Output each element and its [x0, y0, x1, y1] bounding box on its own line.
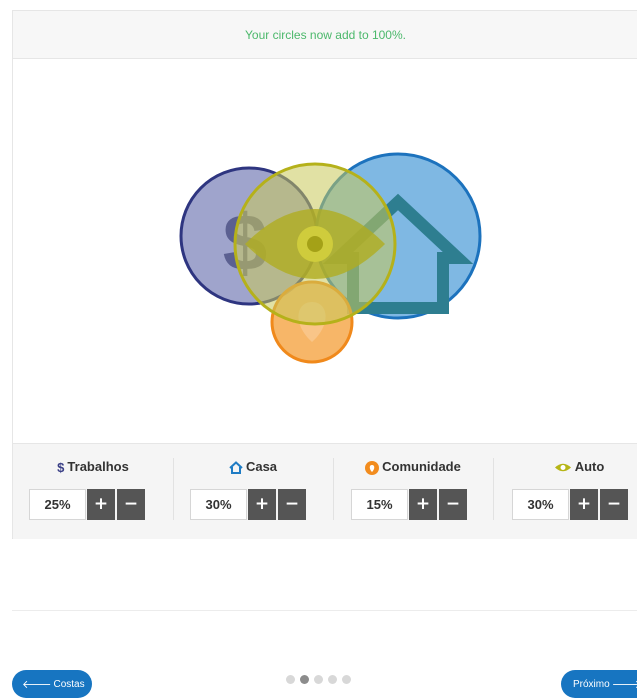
- dollar-icon: $: [57, 460, 65, 476]
- comunidade-label: Comunidade: [333, 459, 493, 475]
- comunidade-increase-button[interactable]: +: [409, 489, 437, 520]
- step-dot-active[interactable]: [300, 675, 309, 684]
- casa-decrease-button[interactable]: −: [278, 489, 306, 520]
- house-icon: [229, 461, 243, 475]
- circle-auto: [233, 162, 397, 326]
- control-casa: Casa 30% + −: [173, 444, 333, 539]
- trabalhos-label: $ Trabalhos: [57, 459, 129, 476]
- step-dot[interactable]: [328, 675, 337, 684]
- step-dot[interactable]: [314, 675, 323, 684]
- allocation-controls: $ Trabalhos 25% + − Casa 30% + − Comunida…: [13, 443, 637, 539]
- trabalhos-percent: 25%: [29, 489, 86, 520]
- step-dot[interactable]: [286, 675, 295, 684]
- control-auto: Auto 30% + −: [493, 444, 637, 539]
- control-comunidade: Comunidade 15% + −: [333, 444, 493, 539]
- back-button-label: Costas: [53, 678, 85, 690]
- auto-increase-button[interactable]: +: [570, 489, 598, 520]
- back-button[interactable]: 🡐 Costas: [12, 670, 92, 698]
- trabalhos-decrease-button[interactable]: −: [117, 489, 145, 520]
- control-trabalhos: $ Trabalhos 25% + −: [13, 444, 173, 539]
- allocation-panel: Your circles now add to 100%. $ $Tra: [12, 10, 637, 539]
- status-banner: Your circles now add to 100%.: [13, 11, 637, 59]
- casa-percent: 30%: [190, 489, 247, 520]
- casa-increase-button[interactable]: +: [248, 489, 276, 520]
- next-button-label: Próximo: [573, 678, 610, 690]
- comunidade-decrease-button[interactable]: −: [439, 489, 467, 520]
- auto-percent: 30%: [512, 489, 569, 520]
- arrow-right-icon: 🡒: [611, 679, 637, 691]
- auto-decrease-button[interactable]: −: [600, 489, 628, 520]
- arrow-left-icon: 🡐: [22, 679, 52, 691]
- step-dot[interactable]: [342, 675, 351, 684]
- casa-label: Casa: [173, 459, 333, 475]
- eye-icon: [554, 463, 571, 472]
- step-indicator: [286, 675, 351, 684]
- control-divider: [493, 458, 494, 520]
- auto-label: Auto: [499, 459, 637, 474]
- heart-icon: [365, 460, 380, 475]
- venn-diagram: $: [179, 152, 482, 364]
- status-message: Your circles now add to 100%.: [245, 27, 406, 42]
- next-button[interactable]: Próximo 🡒: [561, 670, 637, 698]
- section-divider: [12, 610, 637, 611]
- trabalhos-increase-button[interactable]: +: [87, 489, 115, 520]
- comunidade-percent: 15%: [351, 489, 408, 520]
